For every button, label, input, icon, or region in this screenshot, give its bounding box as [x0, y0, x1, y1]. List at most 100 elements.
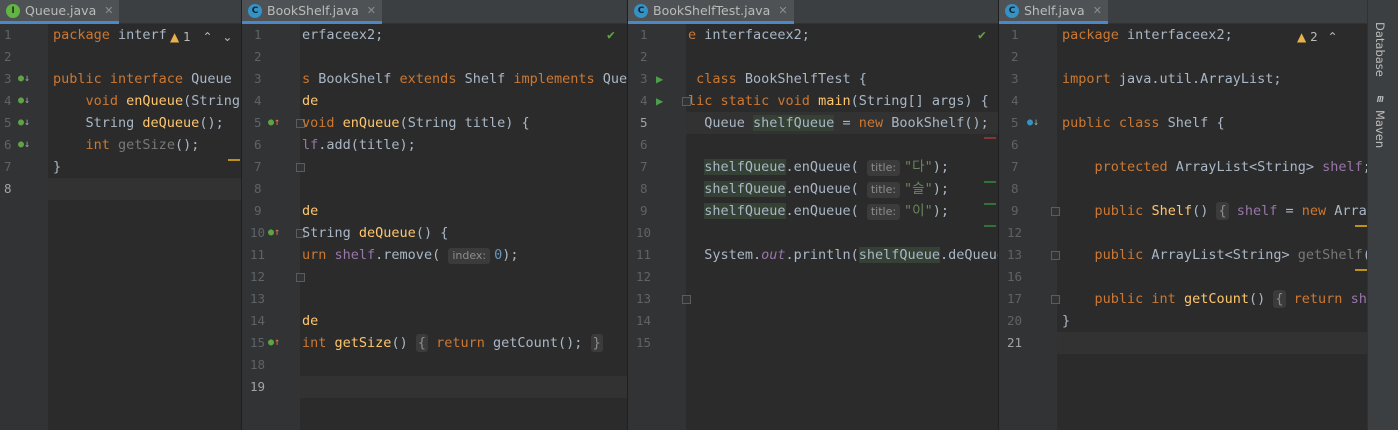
tab-bookshelftest-java[interactable]: C BookShelfTest.java ✕	[628, 0, 794, 24]
code-line: package interfaceex2;	[1062, 27, 1233, 43]
warning-icon: ▲	[170, 30, 180, 44]
interface-file-icon: I	[6, 3, 20, 18]
overrides-up-icon[interactable]: ●↑	[268, 332, 280, 354]
implemented-down-icon[interactable]: ●↓	[18, 68, 30, 90]
tab-label: Queue.java	[25, 3, 97, 18]
line-number: 5	[254, 115, 262, 130]
warning-icon: ▲	[1297, 30, 1307, 44]
chevron-up-icon[interactable]: ⌃	[203, 30, 213, 44]
database-tool-button[interactable]: Database	[1373, 22, 1387, 77]
overrides-up-icon[interactable]: ●↑	[268, 112, 280, 134]
line-number: 7	[4, 159, 12, 174]
code-line: import java.util.ArrayList;	[1062, 71, 1282, 87]
gutter: 1 2 3 4 5 6 7 8 9 10 11 12 13 14 15 ▶ ▶	[628, 24, 691, 430]
line-number: 9	[254, 203, 262, 218]
warning-count: 2	[1310, 30, 1318, 44]
maven-icon: m	[1377, 92, 1384, 105]
line-number: 1	[254, 27, 262, 42]
check-icon[interactable]: ✔	[978, 28, 986, 43]
close-icon[interactable]: ✕	[367, 4, 376, 17]
warning-stripe-marker[interactable]	[228, 159, 240, 161]
line-number: 5	[640, 115, 648, 130]
line-number: 10	[636, 225, 652, 240]
line-number: 12	[636, 269, 652, 284]
gutter: 1 2 3 4 5 6 7 8 9 12 13 16 17 20 21 ●↓	[999, 24, 1060, 430]
warning-stripe-marker[interactable]	[1355, 269, 1367, 271]
chevron-up-icon[interactable]: ⌃	[1328, 30, 1338, 44]
implemented-down-icon[interactable]: ●↓	[18, 90, 30, 112]
gutter: 1 2 3 4 5 6 7 8 9 10 11 12 13 14 15 18 1…	[242, 24, 305, 430]
class-file-icon: C	[634, 3, 648, 18]
check-icon[interactable]: ✔	[607, 28, 615, 43]
line-number: 21	[1007, 335, 1023, 350]
code-line: urn shelf.remove( index: 0);	[302, 247, 519, 264]
implemented-down-icon[interactable]: ●↓	[18, 134, 30, 156]
close-icon[interactable]: ✕	[778, 4, 787, 17]
warning-stripe-marker[interactable]	[1355, 225, 1367, 227]
tab-label: BookShelfTest.java	[653, 3, 771, 18]
code-line: }	[1062, 313, 1071, 329]
usage-stripe-marker[interactable]	[984, 225, 996, 227]
param-hint-title: title:	[866, 204, 901, 220]
editor-pane-queue: I Queue.java ✕ 1 2 3 4 5 6 7 8 ●↓ ●↓ ●↓ …	[0, 0, 241, 430]
implemented-down-icon[interactable]: ●↓	[18, 112, 30, 134]
close-icon[interactable]: ✕	[104, 4, 113, 17]
current-line-highlight	[1057, 332, 1367, 354]
tab-bookshelf-java[interactable]: C BookShelf.java ✕	[242, 0, 383, 24]
tab-queue-java[interactable]: I Queue.java ✕	[0, 0, 120, 24]
inspection-widget[interactable]: ▲ 2 ⌃	[1297, 30, 1338, 44]
code-line: shelfQueue.enQueue( title: "다");	[704, 159, 949, 176]
line-number: 15	[636, 335, 652, 350]
error-stripe-marker[interactable]	[984, 137, 996, 139]
run-icon[interactable]: ▶	[656, 68, 663, 90]
line-number: 19	[250, 379, 266, 394]
code-line: erfaceex2;	[302, 27, 384, 43]
code-line: String deQueue();	[53, 115, 224, 131]
code-line: shelfQueue.enQueue( title: "슬");	[704, 181, 949, 198]
code-area[interactable]: e interfaceex2; class BookShelfTest { li…	[686, 24, 998, 430]
code-area[interactable]: package interfaceex2; import java.util.A…	[1057, 24, 1367, 430]
usage-stripe-marker[interactable]	[984, 203, 996, 205]
tab-bar: C BookShelf.java ✕	[242, 0, 627, 24]
code-line: shelfQueue.enQueue( title: "이");	[704, 203, 949, 220]
code-line: e interfaceex2;	[688, 27, 810, 43]
code-line: void enQueue(String title) {	[302, 115, 530, 131]
line-number: 3	[254, 71, 262, 86]
line-number: 2	[640, 49, 648, 64]
implemented-down-icon[interactable]: ●↓	[1027, 112, 1039, 134]
code-line: package interf	[53, 27, 167, 43]
tab-label: BookShelf.java	[267, 3, 359, 18]
maven-tool-button[interactable]: Maven	[1373, 110, 1387, 148]
line-number: 8	[254, 181, 262, 196]
code-line: }	[53, 159, 62, 175]
line-number: 17	[1007, 291, 1023, 306]
code-area[interactable]: package interf public interface Queue { …	[48, 24, 241, 430]
line-number: 14	[250, 313, 266, 328]
chevron-down-icon[interactable]: ⌄	[222, 30, 232, 44]
line-number: 9	[1011, 203, 1019, 218]
editor-pane-shelf: C Shelf.java ✕ 1 2 3 4 5 6 7 8 9 12 13 1…	[999, 0, 1367, 430]
tab-bar: C BookShelfTest.java ✕	[628, 0, 998, 24]
tab-shelf-java[interactable]: C Shelf.java ✕	[999, 0, 1108, 24]
overrides-up-icon[interactable]: ●↑	[268, 222, 280, 244]
line-number: 4	[1011, 93, 1019, 108]
inspection-widget[interactable]: ▲ 1 ⌃ ⌄	[170, 30, 232, 44]
line-number: 4	[4, 93, 12, 108]
code-area[interactable]: erfaceex2; s BookShelf extends Shelf imp…	[300, 24, 627, 430]
warning-count: 1	[183, 30, 191, 44]
code-line: s BookShelf extends Shelf implements Que…	[302, 71, 627, 87]
line-number: 1	[1011, 27, 1019, 42]
editor-pane-bookshelftest: C BookShelfTest.java ✕ 1 2 3 4 5 6 7 8 9…	[628, 0, 998, 430]
line-number: 6	[1011, 137, 1019, 152]
current-line-highlight	[300, 376, 627, 398]
tab-label: Shelf.java	[1024, 3, 1085, 18]
line-number: 2	[254, 49, 262, 64]
run-icon[interactable]: ▶	[656, 90, 663, 112]
close-icon[interactable]: ✕	[1093, 4, 1102, 17]
line-number: 8	[640, 181, 648, 196]
line-number: 4	[254, 93, 262, 108]
line-number: 6	[254, 137, 262, 152]
code-line: public ArrayList<String> getShelf(	[1094, 247, 1367, 263]
line-number: 13	[1007, 247, 1023, 262]
usage-stripe-marker[interactable]	[984, 181, 996, 183]
